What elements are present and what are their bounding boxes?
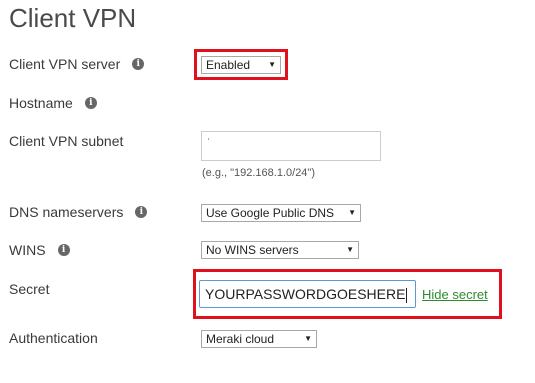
client-vpn-subnet-input[interactable]: [201, 131, 381, 161]
client-vpn-server-label: Client VPN server: [9, 56, 121, 72]
authentication-select[interactable]: Meraki cloud ▼: [201, 330, 317, 348]
wins-row: WINS i: [9, 242, 70, 258]
page-title: Client VPN: [9, 3, 137, 33]
client-vpn-server-select[interactable]: Enabled ▼: [201, 56, 281, 74]
info-icon[interactable]: i: [135, 206, 148, 218]
input-speck: [208, 138, 209, 140]
dns-nameservers-select[interactable]: Use Google Public DNS ▼: [201, 204, 361, 222]
client-vpn-server-row: Client VPN server i: [9, 56, 145, 72]
chevron-down-icon: ▼: [304, 334, 312, 343]
secret-row: Secret: [9, 281, 49, 297]
hostname-label: Hostname: [9, 95, 73, 111]
client-vpn-subnet-hint: (e.g., "192.168.1.0/24"): [202, 167, 315, 179]
hide-secret-link[interactable]: Hide secret: [422, 287, 488, 302]
info-icon[interactable]: i: [132, 58, 145, 70]
dns-nameservers-row: DNS nameservers i: [9, 204, 148, 220]
client-vpn-subnet-label: Client VPN subnet: [9, 133, 124, 149]
text-caret: [406, 287, 408, 303]
client-vpn-server-value: Enabled: [206, 58, 251, 72]
dns-nameservers-label: DNS nameservers: [9, 204, 124, 220]
chevron-down-icon: ▼: [346, 245, 354, 254]
authentication-row: Authentication: [9, 330, 98, 346]
hostname-row: Hostname i: [9, 95, 97, 111]
secret-label: Secret: [9, 281, 50, 297]
wins-label: WINS: [9, 242, 46, 258]
chevron-down-icon: ▼: [268, 60, 276, 69]
info-icon[interactable]: i: [84, 97, 97, 109]
secret-value: YOURPASSWORDGOESHERE: [205, 286, 406, 302]
info-icon[interactable]: i: [57, 244, 70, 256]
dns-nameservers-value: Use Google Public DNS: [206, 206, 335, 220]
chevron-down-icon: ▼: [348, 208, 356, 217]
client-vpn-subnet-row: Client VPN subnet: [9, 133, 123, 149]
wins-value: No WINS servers: [206, 243, 299, 257]
authentication-value: Meraki cloud: [206, 332, 275, 346]
wins-select[interactable]: No WINS servers ▼: [201, 241, 359, 259]
secret-input[interactable]: YOURPASSWORDGOESHERE: [199, 280, 416, 308]
authentication-label: Authentication: [9, 330, 98, 346]
